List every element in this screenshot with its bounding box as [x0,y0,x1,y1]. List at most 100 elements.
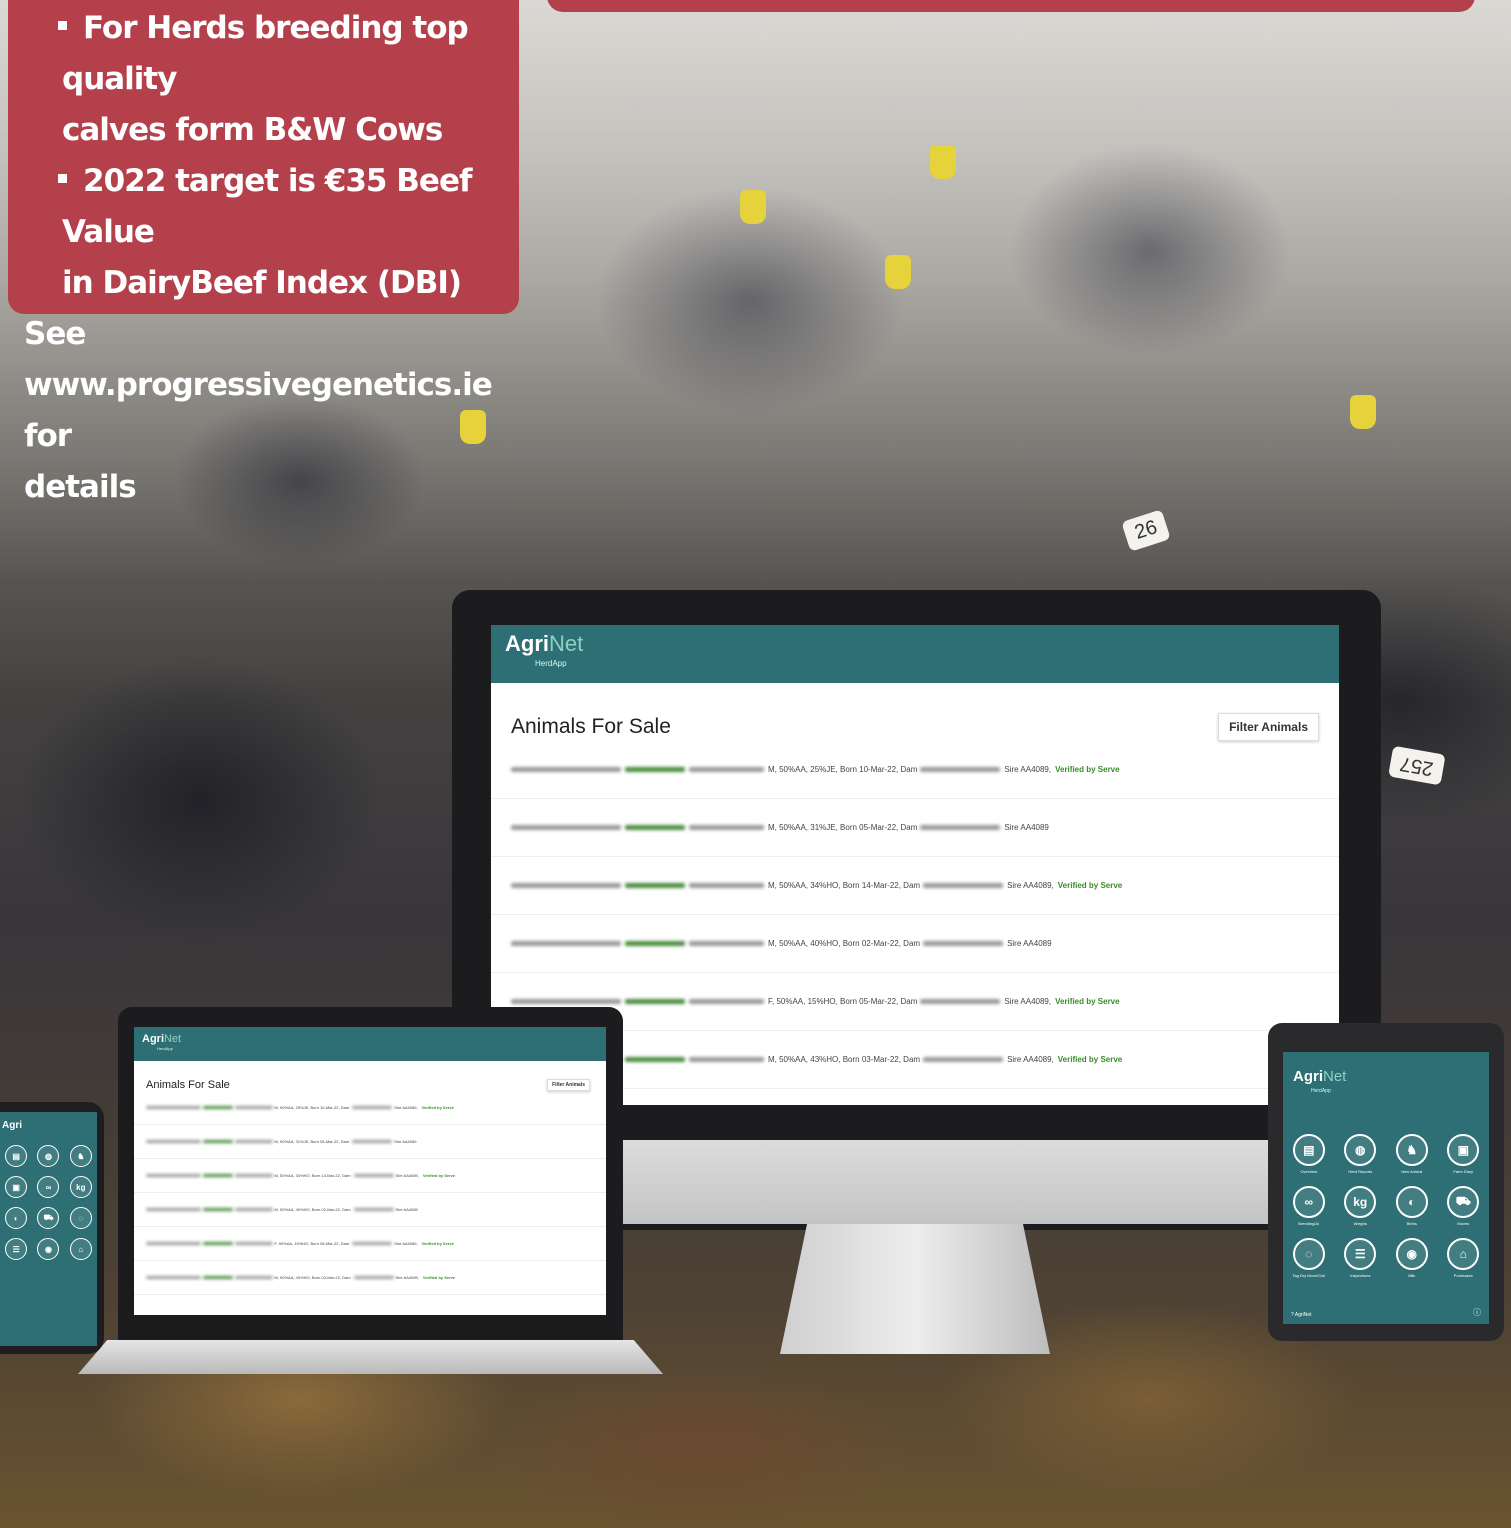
animal-row[interactable]: M, 50%AA, 43%HO, Born 03-Mar-22, Dam Sire… [134,1261,606,1295]
animal-row[interactable]: M, 50%AA, 31%JE, Born 05-Mar-22, Dam Sire… [491,799,1339,857]
animal-row[interactable]: M, 50%AA, 31%JE, Born 05-Mar-22, Dam Sire… [134,1125,606,1159]
redacted-text [146,1106,201,1109]
app-tile[interactable]: ⛟ Moves [1438,1186,1490,1226]
app-tile[interactable]: ♞ [65,1145,97,1167]
ear-tag [885,255,911,289]
info-bullet: For Herds breeding top quality [8,3,519,105]
app-tile[interactable]: ▤ [0,1145,32,1167]
redacted-text [203,1208,233,1211]
app-tile[interactable]: ⌂ Purchases [1438,1238,1490,1278]
info-bullet-continuation: in DairyBeef Index (DBI) [62,265,462,301]
tile-label: Weighs [1353,1221,1367,1226]
redacted-text [625,941,685,946]
app-tile[interactable]: ◌ [65,1207,97,1229]
info-icon[interactable]: ⓘ [1473,1307,1481,1318]
redacted-text [625,767,685,772]
filter-animals-button[interactable]: Filter Animals [547,1079,590,1091]
tile-label: New Animal [1401,1169,1423,1174]
tile-icon: ∞ [1292,1186,1325,1218]
redacted-text [511,825,621,830]
animal-row[interactable]: M, 50%AA, 34%HO, Born 14-Mar-22, Dam Sire… [491,857,1339,915]
filter-animals-button[interactable]: Filter Animals [1218,713,1319,741]
tile-icon: ◉ [1395,1238,1428,1270]
redacted-text [146,1174,201,1177]
tile-icon: ◌ [69,1207,92,1229]
animal-row[interactable]: M, 50%AA, 40%HO, Born 02-Mar-22, Dam Sire… [491,915,1339,973]
verified-label: Verified by Serve [422,1275,456,1280]
sire-id: Sire AA4089, [394,1105,418,1110]
app-tile[interactable]: ⌂ [65,1238,97,1260]
app-tile[interactable]: ▣ [0,1176,32,1198]
tile-icon: ◐ [5,1207,28,1229]
redacted-text [625,1057,685,1062]
sire-id: Sire AA4089, [395,1275,419,1280]
app-tile[interactable]: ◉ Milk [1386,1238,1438,1278]
agrinet-logo[interactable]: AgriNet HerdApp [1283,1052,1489,1098]
tile-icon: ☰ [5,1238,28,1260]
app-tile[interactable]: kg Weighs [1335,1186,1387,1226]
redacted-text [923,883,1004,888]
sire-id: Sire AA4089, [394,1241,418,1246]
page-title: Animals For Sale [511,715,671,738]
app-tile[interactable]: ◐ Births [1386,1186,1438,1226]
app-tile[interactable]: ▣ Farm Diary [1438,1134,1490,1174]
app-tile[interactable]: ◉ [32,1238,64,1260]
redacted-text [511,999,621,1004]
agrinet-logo[interactable]: AgriNet HerdApp [505,633,583,674]
verified-label: Verified by Serve [422,1173,456,1178]
animal-row[interactable]: M, 50%AA, 25%JE, Born 10-Mar-22, Dam Sire… [134,1091,606,1125]
animal-row[interactable]: M, 50%AA, 40%HO, Born 02-Mar-22, Dam Sire… [134,1193,606,1227]
website-line[interactable]: See www.progressivegenetics.ie for [8,309,519,462]
redacted-text [689,1057,764,1062]
animal-details: M, 50%AA, 25%JE, Born 10-Mar-22, Dam [768,765,918,774]
app-tile[interactable]: ◍ Herd Reports [1335,1134,1387,1174]
app-header: AgriNet HerdApp [134,1027,606,1061]
verified-label: Verified by Serve [1057,1055,1123,1064]
animal-details: M, 50%AA, 25%JE, Born 10-Mar-22, Dam [274,1105,350,1110]
tablet-footer: ? AgriNet [1291,1312,1312,1318]
app-tile[interactable]: ⛟ [32,1207,64,1229]
verified-label: Verified by Serve [421,1241,454,1246]
animal-row[interactable]: M, 50%AA, 25%JE, Born 10-Mar-22, Dam Sire… [491,741,1339,799]
redacted-text [353,1208,394,1211]
tile-icon: kg [69,1176,92,1198]
tile-label: Births [1406,1221,1417,1226]
app-tile[interactable]: ∞ [32,1176,64,1198]
app-tile[interactable]: ∞ Breeding/AI [1283,1186,1335,1226]
app-tile[interactable]: ☰ Inspections [1335,1238,1387,1278]
app-tile[interactable]: ◍ [32,1145,64,1167]
animal-details: M, 50%AA, 34%HO, Born 14-Mar-22, Dam [274,1173,351,1178]
tile-icon: ◍ [37,1145,60,1167]
app-tile[interactable]: ▤ Overview [1283,1134,1335,1174]
sire-id: Sire AA4089 [1007,939,1052,948]
sire-id: Sire AA4089 [394,1139,417,1144]
animal-row[interactable]: M, 50%AA, 34%HO, Born 14-Mar-22, Dam Sire… [134,1159,606,1193]
sire-id: Sire AA4089, [1004,765,1052,774]
animal-list: M, 50%AA, 25%JE, Born 10-Mar-22, Dam Sire… [134,1091,606,1295]
app-tile[interactable]: ◐ [0,1207,32,1229]
ear-tag [930,145,956,179]
app-tile[interactable]: ☰ [0,1238,32,1260]
tile-icon: ◍ [1344,1134,1377,1166]
verified-label: Verified by Serve [1055,765,1120,774]
page-title: Animals For Sale [146,1079,230,1091]
redacted-text [235,1242,273,1245]
app-tile[interactable]: ♞ New Animal [1386,1134,1438,1174]
redacted-text [923,1057,1004,1062]
redacted-text [352,1106,393,1109]
animal-row[interactable]: F, 50%AA, 15%HO, Born 05-Mar-22, Dam Sire… [134,1227,606,1261]
animal-details: M, 50%AA, 31%JE, Born 05-Mar-22, Dam [274,1139,350,1144]
redacted-text [203,1174,233,1177]
tile-icon: ♞ [1395,1134,1428,1166]
app-tile[interactable]: kg [65,1176,97,1198]
tile-icon: ⌂ [69,1238,92,1260]
redacted-text [353,1174,394,1177]
tile-icon: ◉ [37,1238,60,1260]
agrinet-logo[interactable]: AgriNet HerdApp [142,1034,181,1054]
agrinet-logo[interactable]: Agri [0,1112,97,1131]
sire-id: Sire AA4089, [1007,881,1054,890]
animal-details: M, 50%AA, 31%JE, Born 05-Mar-22, Dam [768,823,918,832]
app-tile[interactable]: ◌ Tag Dry Move/Cull [1283,1238,1335,1278]
tile-label: Inspections [1350,1273,1371,1278]
animal-details: M, 50%AA, 34%HO, Born 14-Mar-22, Dam [768,881,921,890]
